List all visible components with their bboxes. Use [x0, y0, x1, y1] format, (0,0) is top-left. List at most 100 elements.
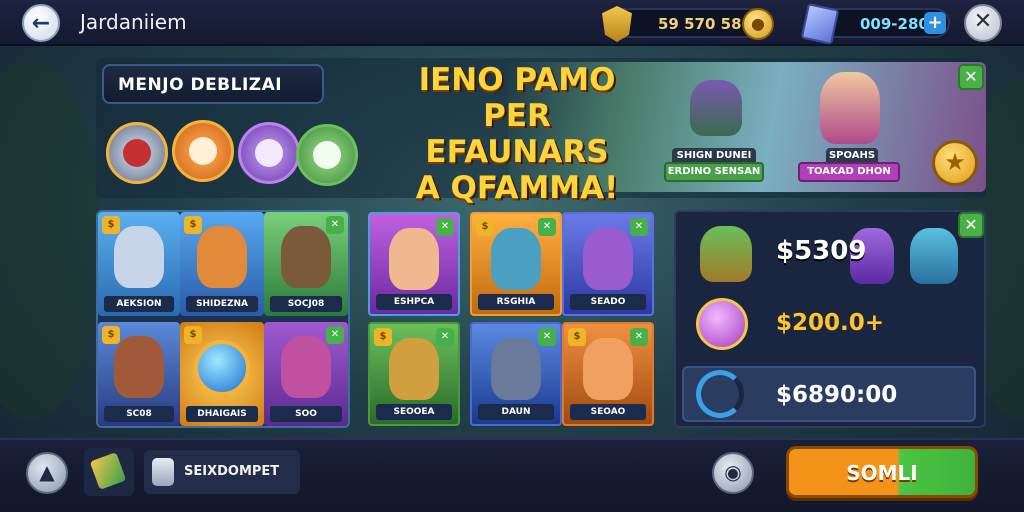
hero-card[interactable]: $ AEKSION	[98, 212, 180, 316]
character-portrait	[491, 228, 541, 290]
coin-icon[interactable]: ●	[742, 8, 774, 40]
close-badge-icon[interactable]: ✕	[538, 218, 556, 236]
plus-icon: +	[927, 12, 943, 33]
close-badge-icon[interactable]: ✕	[326, 216, 344, 234]
card-label: SOO	[270, 406, 342, 422]
gem-balance: 009-280 +	[800, 3, 950, 45]
card-label: DAUN	[478, 404, 554, 420]
hero-card[interactable]: $ SC08	[98, 322, 180, 426]
hero-card[interactable]: ✕ SOCJ08	[264, 212, 348, 316]
favorite-button[interactable]: ★	[932, 140, 978, 186]
close-badge-icon[interactable]: ✕	[538, 328, 556, 346]
character-portrait	[389, 228, 439, 290]
section-title: MENJO DEBLIZAI	[102, 64, 324, 104]
banner-hero-figure	[690, 80, 742, 136]
coin-balance: 59 570 58 ●	[602, 6, 774, 42]
hero-card[interactable]: $ ✕ SEOOEA	[368, 322, 460, 426]
hero-card[interactable]: ✕ ESHPCA	[368, 212, 460, 316]
promo-line: IENO PAMO	[418, 62, 616, 98]
pet-dog-icon[interactable]	[296, 124, 358, 186]
promo-headline: IENO PAMO PER EFAUNARS A QFAMMA!	[392, 62, 642, 206]
hero-card[interactable]: $ ✕ RSGHIA	[470, 212, 562, 316]
offer-price: $5309	[776, 236, 867, 266]
close-icon: ✕	[964, 67, 978, 86]
hero-card[interactable]: $ DHAIGAIS	[180, 322, 264, 426]
character-portrait	[114, 226, 164, 288]
offer-character	[910, 228, 958, 284]
hero-card[interactable]: $ ✕ SEOAO	[562, 322, 654, 426]
card-label: SC08	[104, 406, 174, 422]
page-title: Jardaniiem	[80, 10, 187, 34]
card-label: ESHPCA	[376, 294, 452, 310]
character-portrait	[281, 336, 331, 398]
pet-bird-icon[interactable]	[106, 122, 168, 184]
banner-chip[interactable]: ERDINO SENSAN	[664, 162, 764, 182]
card-label: DHAIGAIS	[186, 406, 258, 422]
coin-badge-icon: $	[568, 328, 586, 346]
close-badge-icon[interactable]: ✕	[436, 328, 454, 346]
inventory-button[interactable]: SEIXDOMPET	[144, 450, 300, 494]
orb-item	[194, 340, 250, 396]
card-label: SOCJ08	[270, 296, 342, 312]
promo-line: PER EFAUNARS	[425, 98, 609, 170]
coin-badge-icon: $	[184, 326, 202, 344]
inventory-icon	[152, 458, 174, 486]
item-button[interactable]	[84, 448, 134, 496]
offer-price: $6890:00	[776, 382, 898, 408]
character-portrait	[114, 336, 164, 398]
close-icon: ✕	[973, 9, 993, 34]
pet-fox-icon[interactable]	[172, 120, 234, 182]
hero-card[interactable]: ✕ SOO	[264, 322, 348, 426]
coin-badge-icon: $	[102, 216, 120, 234]
refresh-icon	[696, 370, 744, 418]
close-icon: ✕	[964, 215, 978, 234]
character-portrait	[389, 338, 439, 400]
character-portrait	[583, 338, 633, 400]
promo-line: A QFAMMA!	[415, 170, 619, 206]
character-portrait	[281, 226, 331, 288]
back-arrow-icon: ←	[31, 10, 51, 36]
pet-cat-icon[interactable]	[238, 122, 300, 184]
card-label: SEOOEA	[376, 404, 452, 420]
add-gems-button[interactable]: +	[924, 12, 946, 34]
close-badge-icon[interactable]: ✕	[630, 328, 648, 346]
home-icon: ▲	[39, 460, 55, 484]
card-label: RSGHIA	[478, 294, 554, 310]
background-foliage	[0, 60, 100, 420]
card-label: SHIDEZNA	[186, 296, 258, 312]
coin-value: 59 570 58	[658, 15, 742, 33]
confirm-label: SOMLI	[846, 461, 918, 485]
home-button[interactable]: ▲	[26, 452, 68, 494]
close-badge-icon[interactable]: ✕	[630, 218, 648, 236]
close-badge-icon[interactable]: ✕	[326, 326, 344, 344]
star-icon: ★	[944, 148, 966, 176]
back-button[interactable]: ←	[22, 4, 60, 42]
close-badge-icon[interactable]: ✕	[436, 218, 454, 236]
coin-badge-icon: $	[102, 326, 120, 344]
offer-close-button[interactable]: ✕	[958, 212, 984, 238]
settings-button[interactable]: ◉	[712, 452, 754, 494]
banner-chip[interactable]: TOAKAD DHON	[798, 162, 900, 182]
confirm-button[interactable]: SOMLI	[786, 446, 978, 498]
hero-card[interactable]: $ SHIDEZNA	[180, 212, 264, 316]
medal-icon	[696, 298, 748, 350]
crystal-icon	[89, 452, 127, 490]
coin-badge-icon: $	[476, 218, 494, 236]
coin-badge-icon: $	[374, 328, 392, 346]
banner-close-button[interactable]: ✕	[958, 64, 984, 90]
hero-card[interactable]: ✕ DAUN	[470, 322, 562, 426]
card-label: SEADO	[570, 294, 646, 310]
character-portrait	[491, 338, 541, 400]
coin-badge-icon: $	[184, 216, 202, 234]
card-label: SEOAO	[570, 404, 646, 420]
banner-heroine-figure	[820, 72, 880, 144]
section-title-text: MENJO DEBLIZAI	[118, 75, 283, 95]
character-portrait	[583, 228, 633, 290]
offer-price: $200.0+	[776, 310, 885, 336]
close-button[interactable]: ✕	[964, 4, 1002, 42]
settings-icon: ◉	[724, 460, 742, 484]
offer-character	[700, 226, 752, 282]
card-label: AEKSION	[104, 296, 174, 312]
character-portrait	[197, 226, 247, 288]
hero-card[interactable]: ✕ SEADO	[562, 212, 654, 316]
